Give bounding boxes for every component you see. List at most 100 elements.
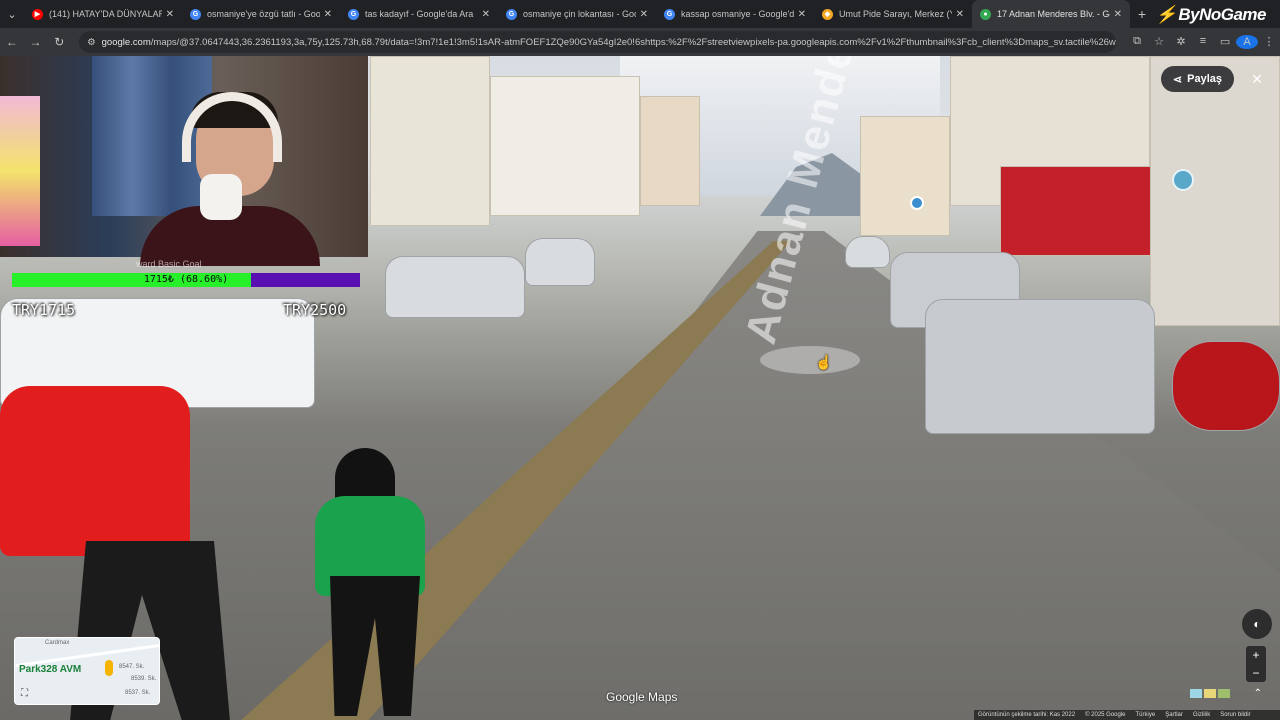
close-tab-icon[interactable]: ✕ bbox=[166, 9, 174, 20]
browser-tab-1[interactable]: ▶ (141) HATAY'DA DÜNYALARI YE ✕ bbox=[24, 0, 182, 28]
minimap-poi: Park328 AVM bbox=[19, 664, 82, 675]
brand-mark-icon: ⚡ bbox=[1155, 5, 1177, 24]
location-marker-icon[interactable] bbox=[1172, 169, 1194, 191]
reload-icon[interactable]: ↻ bbox=[47, 35, 71, 49]
close-tab-icon[interactable]: ✕ bbox=[640, 9, 648, 20]
menu-icon[interactable]: ⋮ bbox=[1258, 35, 1280, 49]
building bbox=[490, 76, 640, 216]
copyright: © 2025 Google bbox=[1085, 712, 1126, 718]
share-label: Paylaş bbox=[1187, 73, 1222, 85]
close-tab-icon[interactable]: ✕ bbox=[956, 9, 964, 20]
tab-title: Umut Pide Sarayı, Merkez (Yed bbox=[839, 9, 952, 19]
url-host: google.com bbox=[101, 36, 151, 48]
layers-thumbnails[interactable] bbox=[1190, 689, 1230, 698]
region-link[interactable]: Türkiye bbox=[1136, 712, 1156, 718]
maps-place-icon: ◆ bbox=[822, 8, 833, 20]
mouse-cursor-icon: ☝ bbox=[815, 354, 833, 370]
fullscreen-icon[interactable]: ⛶ bbox=[21, 688, 28, 699]
parked-car bbox=[385, 256, 525, 318]
face-mask bbox=[200, 174, 242, 220]
building bbox=[860, 116, 950, 236]
close-tab-icon[interactable]: ✕ bbox=[482, 9, 490, 20]
minimap-place-label: Cardmax bbox=[45, 640, 70, 646]
building bbox=[1150, 56, 1280, 326]
brand-logo: ⚡ ByNoGame bbox=[1155, 5, 1267, 25]
attribution-footer: Görüntünün çekilme tarihi: Kas 2022 © 20… bbox=[974, 710, 1280, 720]
back-icon[interactable]: ← bbox=[0, 35, 24, 49]
close-tab-icon[interactable]: ✕ bbox=[798, 9, 806, 20]
layer-thumb[interactable] bbox=[1190, 689, 1202, 698]
parked-car bbox=[845, 236, 890, 268]
profile-avatar[interactable]: A bbox=[1236, 35, 1259, 49]
parked-car bbox=[925, 299, 1155, 434]
streamer-webcam bbox=[0, 56, 368, 266]
navigation-ring[interactable] bbox=[760, 346, 860, 374]
browser-tab-4[interactable]: G osmaniye çin lokantası - Goog ✕ bbox=[498, 0, 656, 28]
google-icon: G bbox=[664, 8, 675, 20]
location-marker-icon[interactable] bbox=[910, 196, 924, 210]
minimap-street: 8539. Sk. bbox=[131, 676, 157, 682]
goal-current-amount: TRY1715 bbox=[12, 301, 76, 319]
pedestrian-red-shirt bbox=[0, 386, 190, 556]
bookmark-star-icon[interactable]: ☆ bbox=[1148, 35, 1170, 49]
site-info-icon[interactable]: ⚙ bbox=[87, 37, 96, 48]
report-link[interactable]: Sorun bildir bbox=[1220, 712, 1250, 718]
goal-progress-text: 1715₺ (68.60%) bbox=[143, 274, 229, 285]
storefront bbox=[1000, 166, 1160, 256]
street-view-panorama[interactable]: Adnan Menderes Blv. ☝ ward Basic Goal 17… bbox=[0, 56, 1280, 720]
new-tab-button[interactable]: + bbox=[1130, 6, 1154, 22]
install-icon[interactable]: ⧉ bbox=[1126, 35, 1148, 49]
tab-title: osmaniye çin lokantası - Goog bbox=[523, 9, 636, 19]
compass-icon[interactable]: ◐ bbox=[1242, 609, 1272, 639]
address-bar[interactable]: ⚙ google.com/maps/@37.0647443,36.2361193… bbox=[79, 31, 1117, 53]
tab-strip: ⌄ ▶ (141) HATAY'DA DÜNYALARI YE ✕ G osma… bbox=[0, 0, 1280, 28]
close-tab-icon[interactable]: ✕ bbox=[1114, 9, 1122, 20]
terms-link[interactable]: Şartlar bbox=[1165, 712, 1183, 718]
building bbox=[640, 96, 700, 206]
zoom-control: + − bbox=[1246, 646, 1266, 682]
browser-tab-7-active[interactable]: ● 17 Adnan Menderes Blv. - Goo ✕ bbox=[972, 0, 1130, 28]
extensions-icon[interactable]: ✲ bbox=[1170, 35, 1192, 49]
goal-target-amount: TRY2500 bbox=[283, 301, 347, 319]
capture-date: Görüntünün çekilme tarihi: Kas 2022 bbox=[978, 712, 1076, 718]
url-path: /maps/@37.0647443,36.2361193,3a,75y,125.… bbox=[150, 36, 1117, 48]
goal-progress-bar: 1715₺ (68.60%) bbox=[12, 273, 360, 287]
browser-tab-6[interactable]: ◆ Umut Pide Sarayı, Merkez (Yed ✕ bbox=[814, 0, 972, 28]
google-maps-logo: Google Maps bbox=[606, 690, 678, 704]
share-icon: ⋖ bbox=[1172, 73, 1183, 86]
building bbox=[370, 56, 490, 226]
browser-tab-5[interactable]: G kassap osmaniye - Google'da A ✕ bbox=[656, 0, 814, 28]
minimap-street: 8547. Sk. bbox=[119, 664, 145, 670]
forward-icon[interactable]: → bbox=[24, 35, 48, 49]
tab-search-icon[interactable]: ⌄ bbox=[0, 0, 24, 28]
parked-car bbox=[525, 238, 595, 286]
donation-goal-widget: ward Basic Goal 1715₺ (68.60%) TRY1715 T… bbox=[12, 259, 360, 319]
close-icon: ✕ bbox=[1251, 70, 1263, 87]
google-icon: G bbox=[348, 8, 359, 20]
browser-tab-2[interactable]: G osmaniye'ye özgü tatlı - Googl ✕ bbox=[182, 0, 340, 28]
google-icon: G bbox=[190, 8, 201, 20]
minimap[interactable]: Cardmax Park328 AVM 8547. Sk. 8539. Sk. … bbox=[14, 637, 160, 705]
zoom-in-icon[interactable]: + bbox=[1252, 648, 1259, 662]
browser-toolbar: ← → ↻ ⚙ google.com/maps/@37.0647443,36.2… bbox=[0, 28, 1280, 56]
minimap-street: 8537. Sk. bbox=[125, 690, 151, 696]
google-maps-icon: ● bbox=[980, 8, 991, 20]
toolbar-icons: ⧉ ☆ ✲ ≡ ▭ A ⋮ bbox=[1126, 35, 1280, 49]
layer-thumb[interactable] bbox=[1218, 689, 1230, 698]
brand-text: ByNoGame bbox=[1178, 5, 1266, 24]
close-tab-icon[interactable]: ✕ bbox=[324, 9, 332, 20]
share-button[interactable]: ⋖ Paylaş bbox=[1160, 66, 1234, 92]
layer-thumb[interactable] bbox=[1204, 689, 1216, 698]
privacy-link[interactable]: Gizlilik bbox=[1193, 712, 1210, 718]
sidebar-icon[interactable]: ▭ bbox=[1214, 35, 1236, 49]
expand-chevron-icon[interactable]: ⌃ bbox=[1254, 688, 1262, 699]
tab-title: kassap osmaniye - Google'da A bbox=[681, 9, 794, 19]
zoom-out-icon[interactable]: − bbox=[1252, 666, 1259, 680]
room-decor bbox=[0, 96, 40, 246]
close-street-view-button[interactable]: ✕ bbox=[1244, 66, 1270, 92]
tab-title: tas kadayıf - Google'da Ara bbox=[365, 9, 474, 19]
browser-tab-3[interactable]: G tas kadayıf - Google'da Ara ✕ bbox=[340, 0, 498, 28]
tab-title: osmaniye'ye özgü tatlı - Googl bbox=[207, 9, 320, 19]
media-icon[interactable]: ≡ bbox=[1192, 35, 1214, 49]
pegman-icon bbox=[105, 660, 113, 676]
